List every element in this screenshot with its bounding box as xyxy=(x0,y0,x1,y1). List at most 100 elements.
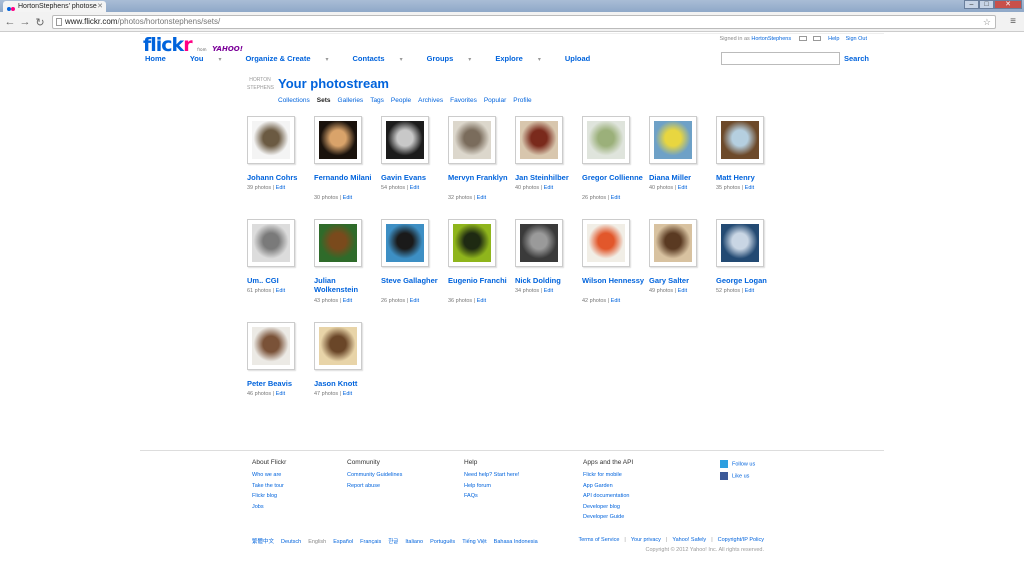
legal-link[interactable]: Your privacy xyxy=(631,537,661,543)
set-thumbnail[interactable] xyxy=(381,219,429,267)
set-edit-link[interactable]: Edit xyxy=(544,288,553,294)
browser-menu-icon[interactable]: ≡ xyxy=(1010,16,1016,27)
footer-link[interactable]: Community Guidelines xyxy=(347,470,402,481)
subnav-profile[interactable]: Profile xyxy=(513,97,531,104)
set-edit-link[interactable]: Edit xyxy=(343,391,352,397)
subnav-sets[interactable]: Sets xyxy=(317,97,331,104)
set-edit-link[interactable]: Edit xyxy=(611,195,620,201)
set-card[interactable]: Gary Salter 49 photos | Edit xyxy=(649,219,715,309)
search-button[interactable]: Search xyxy=(844,54,869,63)
minimize-icon[interactable]: – xyxy=(964,0,979,9)
nav-item-contacts[interactable]: Contacts ▾ xyxy=(353,54,415,63)
sign-out-link[interactable]: Sign Out xyxy=(846,36,867,42)
set-thumbnail[interactable] xyxy=(247,219,295,267)
set-title[interactable]: Mervyn Franklyn xyxy=(448,173,514,182)
nav-item-explore[interactable]: Explore ▾ xyxy=(495,54,553,63)
bookmark-star-icon[interactable]: ☆ xyxy=(983,16,991,28)
subnav-popular[interactable]: Popular xyxy=(484,97,506,104)
nav-item-organize-create[interactable]: Organize & Create ▾ xyxy=(245,54,340,63)
set-thumbnail[interactable] xyxy=(314,219,362,267)
set-edit-link[interactable]: Edit xyxy=(678,185,687,191)
set-edit-link[interactable]: Edit xyxy=(343,195,352,201)
legal-link[interactable]: Yahoo! Safely xyxy=(672,537,706,543)
set-card[interactable]: Jan Steinhilber 40 photos | Edit xyxy=(515,116,581,206)
set-thumbnail[interactable] xyxy=(247,322,295,370)
legal-link[interactable]: Copyright/IP Policy xyxy=(718,537,764,543)
set-edit-link[interactable]: Edit xyxy=(276,185,285,191)
set-card[interactable]: Johann Cohrs 39 photos | Edit xyxy=(247,116,313,206)
subnav-people[interactable]: People xyxy=(391,97,411,104)
address-bar[interactable]: www.flickr.com/photos/hortonstephens/set… xyxy=(52,15,996,29)
set-thumbnail[interactable] xyxy=(448,219,496,267)
set-card[interactable]: Eugenio Franchi 36 photos | Edit xyxy=(448,219,514,309)
set-title[interactable]: Wilson Hennessy xyxy=(582,276,648,285)
set-thumbnail[interactable] xyxy=(515,116,563,164)
footer-link[interactable]: Help forum xyxy=(464,481,519,492)
footer-link[interactable]: Need help? Start here! xyxy=(464,470,519,481)
footer-link[interactable]: Developer blog xyxy=(583,502,633,513)
nav-item-upload[interactable]: Upload xyxy=(565,54,602,63)
set-title[interactable]: George Logan xyxy=(716,276,782,285)
maximize-icon[interactable]: □ xyxy=(979,0,994,9)
back-arrow-icon[interactable]: ← xyxy=(4,16,16,28)
language-link[interactable]: Bahasa Indonesia xyxy=(494,539,538,545)
set-title[interactable]: Um.. CGI xyxy=(247,276,313,285)
set-thumbnail[interactable] xyxy=(314,116,362,164)
reload-icon[interactable]: ↻ xyxy=(34,16,46,29)
footer-link[interactable]: API documentation xyxy=(583,491,633,502)
footer-link[interactable]: Developer Guide xyxy=(583,512,633,523)
set-thumbnail[interactable] xyxy=(716,219,764,267)
set-card[interactable]: Julian Wolkenstein 43 photos | Edit xyxy=(314,219,380,309)
set-title[interactable]: Gregor Collienne xyxy=(582,173,648,182)
mail-icon[interactable] xyxy=(812,36,821,42)
language-link[interactable]: Português xyxy=(430,539,455,545)
set-thumbnail[interactable] xyxy=(448,116,496,164)
set-card[interactable]: Mervyn Franklyn 32 photos | Edit xyxy=(448,116,514,206)
set-title[interactable]: Nick Dolding xyxy=(515,276,581,285)
set-card[interactable]: Diana Miller 40 photos | Edit xyxy=(649,116,715,206)
set-card[interactable]: Nick Dolding 34 photos | Edit xyxy=(515,219,581,309)
set-thumbnail[interactable] xyxy=(716,116,764,164)
set-thumbnail[interactable] xyxy=(381,116,429,164)
set-thumbnail[interactable] xyxy=(247,116,295,164)
tab-close-icon[interactable]: ✕ xyxy=(97,1,103,12)
browser-tab[interactable]: HortonStephens' photose ✕ xyxy=(3,1,106,12)
set-edit-link[interactable]: Edit xyxy=(343,298,352,304)
language-link[interactable]: 한글 xyxy=(388,539,398,545)
set-title[interactable]: Peter Beavis xyxy=(247,379,313,388)
forward-arrow-icon[interactable]: → xyxy=(19,16,31,28)
set-title[interactable]: Steve Gallagher xyxy=(381,276,447,285)
set-edit-link[interactable]: Edit xyxy=(678,288,687,294)
footer-link[interactable]: Report abuse xyxy=(347,481,402,492)
language-link[interactable]: 繁體中文 xyxy=(252,539,274,545)
set-card[interactable]: Fernando Milani 30 photos | Edit xyxy=(314,116,380,206)
set-title[interactable]: Jason Knott xyxy=(314,379,380,388)
nav-item-you[interactable]: You ▾ xyxy=(190,54,234,63)
language-link[interactable]: Tiếng Việt xyxy=(462,539,486,545)
set-title[interactable]: Fernando Milani xyxy=(314,173,380,182)
set-title[interactable]: Matt Henry xyxy=(716,173,782,182)
set-edit-link[interactable]: Edit xyxy=(477,195,486,201)
set-edit-link[interactable]: Edit xyxy=(745,288,754,294)
set-card[interactable]: George Logan 52 photos | Edit xyxy=(716,219,782,309)
footer-link[interactable]: FAQs xyxy=(464,491,519,502)
set-edit-link[interactable]: Edit xyxy=(544,185,553,191)
set-card[interactable]: Um.. CGI 61 photos | Edit xyxy=(247,219,313,309)
set-card[interactable]: Gavin Evans 54 photos | Edit xyxy=(381,116,447,206)
social-link[interactable]: Follow us xyxy=(720,460,755,472)
footer-link[interactable]: App Garden xyxy=(583,481,633,492)
footer-link[interactable]: Who we are xyxy=(252,470,286,481)
footer-link[interactable]: Flickr blog xyxy=(252,491,286,502)
buddy-icon[interactable]: HORTON STEPHENS xyxy=(247,76,274,104)
set-card[interactable]: Wilson Hennessy 42 photos | Edit xyxy=(582,219,648,309)
language-link[interactable]: Français xyxy=(360,539,381,545)
search-input[interactable] xyxy=(721,52,840,65)
set-card[interactable]: Jason Knott 47 photos | Edit xyxy=(314,322,380,412)
subnav-galleries[interactable]: Galleries xyxy=(338,97,364,104)
subnav-tags[interactable]: Tags xyxy=(370,97,384,104)
nav-item-groups[interactable]: Groups ▾ xyxy=(427,54,484,63)
set-edit-link[interactable]: Edit xyxy=(276,288,285,294)
social-link[interactable]: Like us xyxy=(720,472,755,484)
cart-icon[interactable] xyxy=(798,36,807,42)
set-thumbnail[interactable] xyxy=(649,219,697,267)
